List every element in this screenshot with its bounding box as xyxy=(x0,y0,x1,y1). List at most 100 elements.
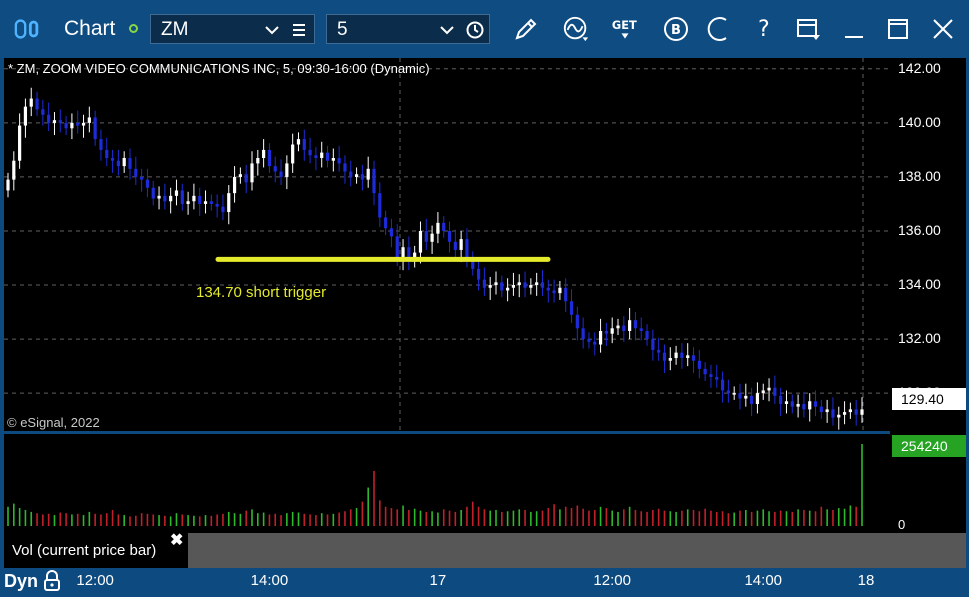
chevron-down-icon[interactable] xyxy=(439,20,455,45)
volume-bar xyxy=(65,513,67,526)
volume-bar xyxy=(204,515,207,526)
volume-bar xyxy=(175,513,178,526)
candle-body xyxy=(70,122,74,129)
candle-body xyxy=(29,98,33,107)
candle-body xyxy=(52,120,57,123)
volume-bar xyxy=(518,509,521,526)
dynamic-mode-label[interactable]: Dyn xyxy=(4,571,38,592)
volume-bar xyxy=(808,510,811,526)
volume-bar xyxy=(413,508,416,526)
price-axis-tick-label: 132.00 xyxy=(898,330,941,347)
svg-text:?: ? xyxy=(758,17,770,42)
volume-bar xyxy=(425,511,428,526)
candle-body xyxy=(302,139,306,150)
candle-body xyxy=(691,355,696,361)
candle-body xyxy=(453,241,457,250)
volume-bar xyxy=(460,509,462,526)
study-wave-icon[interactable] xyxy=(562,14,590,44)
volume-bar xyxy=(535,511,538,526)
close-icon[interactable] xyxy=(929,14,957,44)
candle-body xyxy=(686,355,690,359)
candle-body xyxy=(639,328,643,331)
candle-body xyxy=(622,325,626,331)
study-legend-bar: Vol (current price bar) ✖ xyxy=(4,533,966,568)
volume-bar xyxy=(576,505,579,526)
price-chart[interactable]: * ZM, ZOOM VIDEO COMMUNICATIONS INC, 5, … xyxy=(4,58,890,431)
remove-study-icon[interactable]: ✖ xyxy=(170,533,183,549)
volume-bar xyxy=(373,470,375,526)
volume-chart-canvas xyxy=(7,444,863,526)
list-menu-icon[interactable] xyxy=(291,20,307,45)
time-axis-tick-label: 17 xyxy=(429,572,447,589)
window-title: Chart xyxy=(64,17,116,40)
volume-bar xyxy=(628,506,631,526)
volume-bar xyxy=(640,511,643,526)
volume-bar xyxy=(553,504,555,526)
lock-icon[interactable] xyxy=(42,570,62,597)
candle-body xyxy=(58,120,62,123)
candle-body xyxy=(523,282,527,288)
volume-bar xyxy=(198,516,201,526)
candle-body xyxy=(715,376,719,380)
volume-bar xyxy=(291,511,294,526)
clock-icon[interactable] xyxy=(465,20,485,45)
time-axis[interactable]: Dyn 12:00 14:00 17 12:00 14:00 18 xyxy=(0,568,969,595)
candle-body xyxy=(122,158,126,167)
volume-bar xyxy=(349,509,352,526)
candle-body xyxy=(709,374,713,377)
candle-body xyxy=(726,390,730,394)
chevron-down-icon[interactable] xyxy=(264,20,280,45)
volume-bar xyxy=(53,515,56,526)
candle-body xyxy=(784,401,789,404)
volume-bar xyxy=(593,509,596,526)
volume-bar xyxy=(158,515,160,526)
volume-bar xyxy=(837,508,840,526)
last-price-badge: 129.40 xyxy=(892,388,966,410)
candle-body xyxy=(831,409,835,418)
candle-body xyxy=(209,201,213,204)
candle-body xyxy=(593,341,597,345)
candle-body xyxy=(134,168,138,177)
volume-bar xyxy=(698,511,701,526)
price-axis[interactable]: 142.00140.00138.00136.00134.00132.00130.… xyxy=(890,58,966,533)
volume-bar xyxy=(588,510,590,526)
symbol-input[interactable]: ZM xyxy=(150,14,315,44)
candle-body xyxy=(296,139,301,145)
help-icon[interactable]: ? xyxy=(750,14,778,44)
pencil-icon[interactable] xyxy=(512,14,540,44)
candle-body xyxy=(244,174,248,183)
candle-body xyxy=(732,393,736,395)
volume-bar xyxy=(785,511,788,526)
minimize-icon[interactable] xyxy=(840,14,868,44)
candle-body xyxy=(180,190,184,204)
candle-body xyxy=(18,125,22,161)
maximize-icon[interactable] xyxy=(884,14,912,44)
volume-bar xyxy=(745,509,747,526)
candle-body xyxy=(720,379,725,391)
volume-bar xyxy=(489,510,491,526)
candle-body xyxy=(203,201,208,204)
get-data-icon[interactable]: GET xyxy=(611,14,639,44)
candle-body xyxy=(186,201,190,204)
link-toggle-icon[interactable] xyxy=(14,14,42,44)
candle-body xyxy=(314,155,318,159)
volume-bar xyxy=(826,509,828,526)
volume-bar xyxy=(408,509,410,526)
volume-bar xyxy=(257,513,259,526)
interval-input[interactable]: 5 xyxy=(326,14,490,44)
volume-bar xyxy=(855,506,857,526)
candle-body xyxy=(598,330,603,345)
buy-icon[interactable]: B xyxy=(662,14,690,44)
volume-bar xyxy=(379,500,381,526)
candle-body xyxy=(140,176,144,180)
candle-body xyxy=(6,179,10,191)
price-axis-tick-label: 136.00 xyxy=(898,221,941,238)
volume-bar xyxy=(448,510,451,526)
candle-body xyxy=(552,290,556,294)
candle-body xyxy=(99,139,103,150)
volume-chart[interactable] xyxy=(4,434,890,533)
window-options-icon[interactable] xyxy=(794,14,822,44)
volume-legend[interactable]: Vol (current price bar) ✖ xyxy=(4,533,188,568)
volume-bar xyxy=(501,511,503,526)
candle-body xyxy=(750,395,754,404)
